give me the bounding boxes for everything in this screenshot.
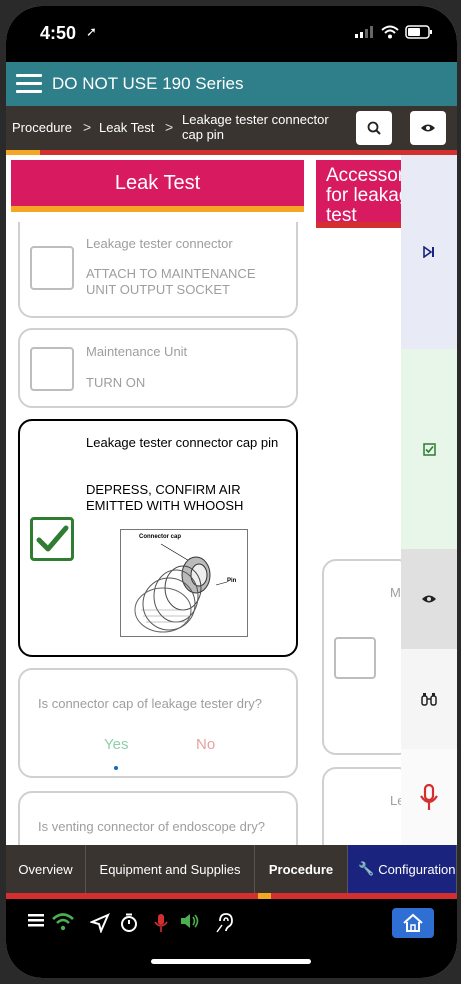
wifi-status-icon[interactable] (52, 913, 74, 931)
diagram-label-cap: Connector cap (139, 534, 182, 540)
accessory-title: M (390, 585, 401, 600)
accessory-title: Le (390, 793, 401, 808)
home-icon (403, 913, 423, 932)
checkmark-icon (36, 525, 69, 552)
breadcrumb-current: Leakage tester connector cap pin (182, 112, 329, 142)
breadcrumb: Procedure > Leak Test > Leakage tester c… (6, 106, 457, 150)
hearing-icon[interactable] (216, 913, 234, 933)
accessory-checkbox[interactable] (334, 637, 376, 679)
right-rail (401, 155, 457, 847)
view-button[interactable] (401, 549, 457, 649)
step-title: Maintenance Unit (86, 344, 188, 359)
section-header-accessories: Accessories for leakage test (316, 160, 401, 228)
answer-no-button[interactable]: No (196, 736, 215, 753)
home-indicator[interactable] (151, 959, 311, 964)
status-bar: 4:50 ➚ (6, 6, 457, 62)
breadcrumb-separator: > (83, 119, 92, 135)
view-button[interactable] (410, 111, 446, 145)
accessory-card[interactable]: M (322, 559, 401, 755)
question-text: Is venting connector of endoscope dry? (38, 819, 265, 834)
navigation-icon[interactable] (90, 913, 110, 933)
section-header-leak-test: Leak Test (11, 160, 304, 212)
home-button[interactable] (392, 908, 434, 938)
breadcrumb-procedure[interactable]: Procedure (12, 120, 72, 135)
eye-icon (422, 595, 436, 603)
step-instruction: ATTACH TO MAINTENANCE UNIT OUTPUT SOCKET (86, 266, 256, 297)
menu-list-icon[interactable] (28, 913, 44, 927)
app-header: DO NOT USE 190 Series (6, 62, 457, 106)
breadcrumb-separator: > (165, 119, 174, 135)
phone-screen: 4:50 ➚ DO NOT USE 190 Series Procedure >… (6, 6, 457, 978)
complete-button[interactable] (401, 349, 457, 549)
search-icon (367, 121, 381, 135)
wrench-icon: 🔧 (358, 861, 375, 876)
step-title: Leakage tester connector cap pin (86, 435, 279, 450)
tab-overview[interactable]: Overview (6, 845, 86, 893)
app-title: DO NOT USE 190 Series (52, 74, 244, 93)
step-card[interactable]: Maintenance Unit TURN ON (18, 328, 298, 408)
skip-button[interactable] (401, 155, 457, 349)
skip-icon (423, 246, 434, 258)
step-instruction: TURN ON (86, 375, 146, 390)
question-card: Is venting connector of endoscope dry? (18, 791, 298, 847)
question-text: Is connector cap of leakage tester dry? (38, 696, 263, 711)
microphone-icon (420, 784, 438, 810)
selection-dot (114, 766, 118, 770)
connector-cap-diagram: Connector cap Pin (120, 529, 248, 637)
tab-configuration[interactable]: 🔧 Configuration (348, 845, 457, 893)
bottom-tabs: Overview Equipment and Supplies Procedur… (6, 845, 457, 893)
bottom-toolbar (6, 899, 457, 978)
location-arrow-icon: ➚ (86, 24, 97, 39)
status-time: 4:50 (40, 23, 77, 43)
step-instruction: DEPRESS, CONFIRM AIR EMITTED WITH WHOOSH (86, 482, 244, 513)
step-card-active[interactable]: Leakage tester connector cap pin DEPRESS… (18, 419, 298, 657)
step-checkbox[interactable] (30, 246, 74, 290)
battery-icon (405, 25, 432, 39)
breadcrumb-leak-test[interactable]: Leak Test (99, 120, 154, 135)
eye-icon (421, 124, 435, 132)
tab-procedure[interactable]: Procedure (255, 845, 348, 893)
step-checkbox-checked[interactable] (30, 517, 74, 561)
procedure-content: Leak Test Accessories for leakage test L… (6, 155, 401, 847)
status-icons (355, 25, 433, 39)
diagram-label-pin: Pin (227, 578, 237, 584)
step-card[interactable]: Leakage tester connector ATTACH TO MAINT… (18, 222, 298, 318)
speaker-icon[interactable] (180, 913, 200, 929)
tab-equipment[interactable]: Equipment and Supplies (86, 845, 255, 893)
signal-icon (355, 26, 373, 38)
menu-icon[interactable] (16, 74, 42, 94)
timer-icon[interactable] (120, 913, 138, 933)
checkbox-icon (422, 442, 436, 456)
question-card: Is connector cap of leakage tester dry? … (18, 668, 298, 778)
accessory-card[interactable]: Le (322, 767, 401, 847)
microphone-status-icon[interactable] (154, 913, 168, 933)
tab-configuration-label: Configuration (378, 861, 456, 877)
step-title: Leakage tester connector (86, 236, 233, 251)
step-checkbox[interactable] (30, 347, 74, 391)
wifi-icon (381, 25, 399, 39)
search-button[interactable] (356, 111, 392, 145)
binoculars-icon (421, 693, 437, 706)
binoculars-button[interactable] (401, 649, 457, 749)
answer-yes-button[interactable]: Yes (104, 736, 128, 753)
voice-button[interactable] (401, 749, 457, 847)
